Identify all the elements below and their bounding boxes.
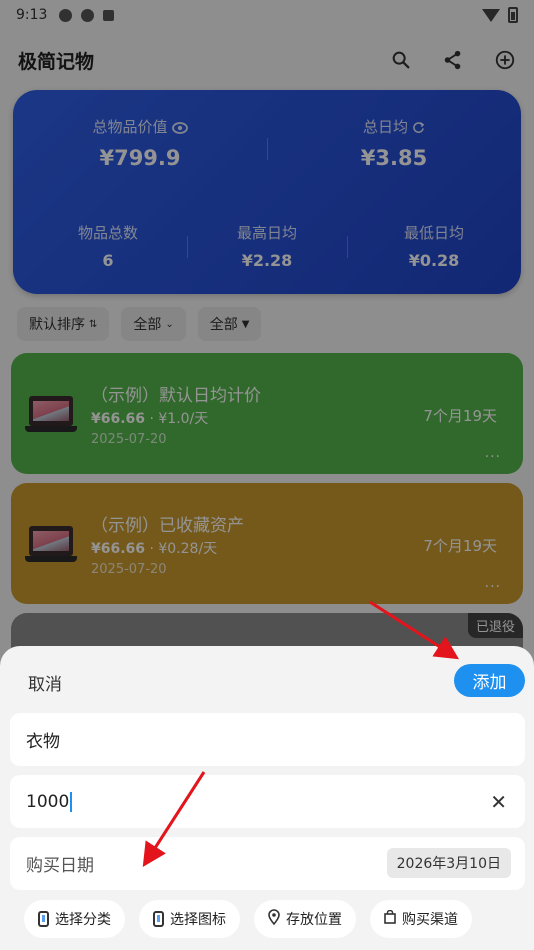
price-value: 1000 bbox=[26, 791, 70, 812]
phone-icon bbox=[38, 911, 49, 927]
select-icon-label: 选择图标 bbox=[170, 912, 226, 928]
item-name-field[interactable]: 衣物 bbox=[10, 713, 525, 766]
add-button[interactable]: 添加 bbox=[454, 664, 525, 697]
purchase-channel-label: 购买渠道 bbox=[402, 912, 458, 928]
date-picker-button[interactable]: 2026年3月10日 bbox=[386, 848, 511, 878]
cancel-button[interactable]: 取消 bbox=[28, 670, 62, 695]
storage-location-button[interactable]: 存放位置 bbox=[254, 900, 356, 938]
option-row: 选择分类 选择图标 存放位置 购买渠道 bbox=[24, 900, 472, 938]
purchase-date-label: 购买日期 bbox=[26, 856, 94, 876]
location-pin-icon bbox=[268, 909, 280, 929]
select-category-label: 选择分类 bbox=[55, 912, 111, 928]
select-icon-button[interactable]: 选择图标 bbox=[139, 900, 240, 938]
phone-icon bbox=[153, 911, 164, 927]
add-item-sheet: 取消 添加 衣物 1000 ✕ 购买日期 2026年3月10日 选择分类 选择图… bbox=[0, 646, 534, 950]
item-name-value: 衣物 bbox=[26, 732, 60, 752]
purchase-channel-button[interactable]: 购买渠道 bbox=[370, 900, 472, 938]
purchase-date-field[interactable]: 购买日期 2026年3月10日 bbox=[10, 837, 525, 890]
select-category-button[interactable]: 选择分类 bbox=[24, 900, 125, 938]
storage-location-label: 存放位置 bbox=[286, 912, 342, 928]
price-field[interactable]: 1000 ✕ bbox=[10, 775, 525, 828]
clear-icon[interactable]: ✕ bbox=[490, 790, 507, 814]
text-cursor bbox=[70, 791, 73, 812]
bag-icon bbox=[384, 909, 396, 928]
